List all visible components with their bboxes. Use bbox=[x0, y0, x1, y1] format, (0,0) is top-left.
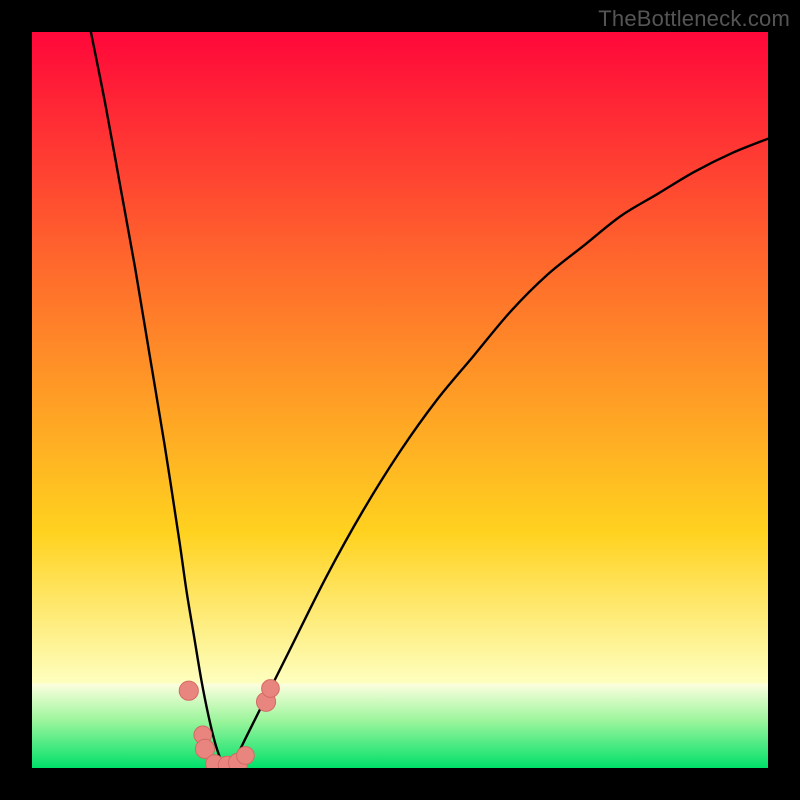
chart-background bbox=[32, 32, 768, 768]
data-marker bbox=[179, 681, 198, 700]
data-marker bbox=[262, 680, 280, 698]
data-marker bbox=[237, 747, 255, 765]
watermark-text: TheBottleneck.com bbox=[598, 6, 790, 32]
outer-frame: TheBottleneck.com bbox=[0, 0, 800, 800]
bottleneck-chart bbox=[32, 32, 768, 768]
